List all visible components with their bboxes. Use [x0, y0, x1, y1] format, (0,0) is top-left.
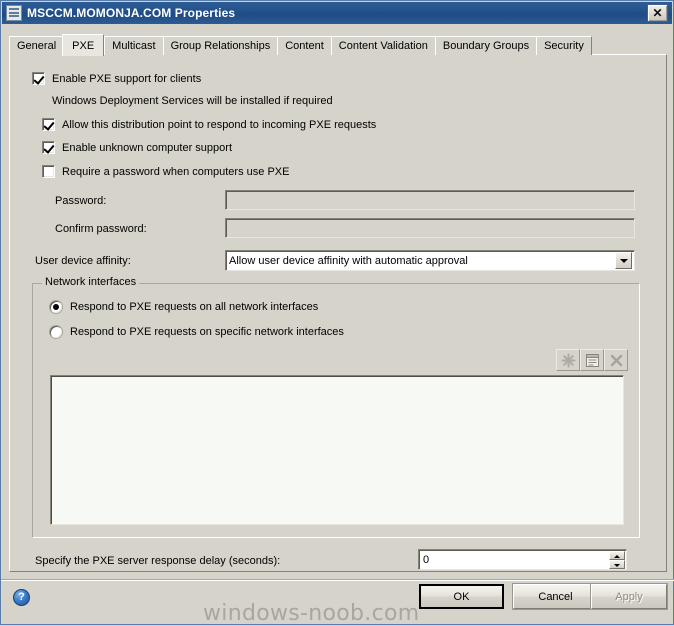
- respond-all-interfaces-row[interactable]: Respond to PXE requests on all network i…: [50, 301, 318, 313]
- tab-content-validation[interactable]: Content Validation: [330, 36, 436, 55]
- confirm-password-label: Confirm password:: [55, 223, 147, 235]
- wds-note: Windows Deployment Services will be inst…: [52, 95, 333, 107]
- unknown-computer-checkbox[interactable]: [42, 141, 55, 154]
- help-question-icon[interactable]: ?: [13, 589, 30, 606]
- ok-button[interactable]: OK: [419, 584, 504, 609]
- user-device-affinity-select[interactable]: Allow user device affinity with automati…: [225, 250, 635, 271]
- site-watermark: windows-noob.com: [203, 601, 420, 626]
- interface-list-toolbar: [556, 349, 628, 371]
- cancel-button[interactable]: Cancel: [513, 584, 598, 609]
- title-bar[interactable]: MSCCM.MOMONJA.COM Properties ✕: [2, 2, 672, 24]
- spinner-buttons: [609, 550, 625, 569]
- network-interfaces-group-label: Network interfaces: [42, 276, 140, 288]
- footer-separator: [1, 579, 674, 581]
- tab-pxe[interactable]: PXE: [62, 34, 105, 56]
- respond-specific-interfaces-label: Respond to PXE requests on specific netw…: [70, 326, 344, 338]
- close-icon[interactable]: ✕: [647, 4, 668, 22]
- properties-window-icon[interactable]: [580, 349, 604, 371]
- apply-button: Apply: [591, 584, 667, 609]
- window-title: MSCCM.MOMONJA.COM Properties: [27, 6, 236, 20]
- require-password-row[interactable]: Require a password when computers use PX…: [42, 165, 289, 178]
- delete-x-icon[interactable]: [604, 349, 628, 371]
- spinner-up-icon[interactable]: [609, 550, 625, 560]
- allow-respond-row[interactable]: Allow this distribution point to respond…: [42, 118, 376, 131]
- tab-strip: General PXE Multicast Group Relationship…: [9, 33, 667, 56]
- require-password-checkbox[interactable]: [42, 165, 55, 178]
- allow-respond-checkbox[interactable]: [42, 118, 55, 131]
- enable-pxe-checkbox[interactable]: [32, 72, 45, 85]
- properties-dialog: MSCCM.MOMONJA.COM Properties ✕ General P…: [0, 0, 674, 626]
- user-device-affinity-value: Allow user device affinity with automati…: [229, 254, 468, 267]
- tab-general[interactable]: General: [9, 36, 65, 55]
- respond-specific-interfaces-radio[interactable]: [50, 326, 62, 338]
- pxe-tab-panel: Enable PXE support for clients Windows D…: [9, 54, 667, 572]
- new-item-asterisk-icon[interactable]: [556, 349, 580, 371]
- require-password-label: Require a password when computers use PX…: [62, 165, 290, 178]
- password-label: Password:: [55, 195, 107, 207]
- tab-content[interactable]: Content: [277, 36, 332, 55]
- chevron-down-icon[interactable]: [615, 252, 632, 269]
- respond-all-interfaces-label: Respond to PXE requests on all network i…: [70, 301, 319, 313]
- unknown-computer-label: Enable unknown computer support: [62, 141, 232, 154]
- tab-security[interactable]: Security: [536, 36, 592, 55]
- response-delay-spinner[interactable]: 0: [418, 549, 627, 570]
- respond-specific-interfaces-row[interactable]: Respond to PXE requests on specific netw…: [50, 326, 344, 338]
- unknown-computer-row[interactable]: Enable unknown computer support: [42, 141, 232, 154]
- network-interface-list[interactable]: [50, 375, 624, 525]
- spinner-down-icon[interactable]: [609, 559, 625, 569]
- enable-pxe-row[interactable]: Enable PXE support for clients: [32, 72, 201, 85]
- tab-group-relationships[interactable]: Group Relationships: [162, 36, 279, 55]
- response-delay-value[interactable]: 0: [419, 554, 609, 566]
- password-input[interactable]: [225, 190, 635, 210]
- response-delay-label: Specify the PXE server response delay (s…: [35, 555, 281, 567]
- tab-multicast[interactable]: Multicast: [104, 36, 164, 55]
- tab-boundary-groups[interactable]: Boundary Groups: [434, 36, 538, 55]
- respond-all-interfaces-radio[interactable]: [50, 301, 62, 313]
- enable-pxe-label: Enable PXE support for clients: [52, 72, 202, 85]
- confirm-password-input[interactable]: [225, 218, 635, 238]
- allow-respond-label: Allow this distribution point to respond…: [62, 118, 377, 131]
- properties-document-icon: [6, 5, 22, 21]
- user-device-affinity-label: User device affinity:: [35, 255, 131, 267]
